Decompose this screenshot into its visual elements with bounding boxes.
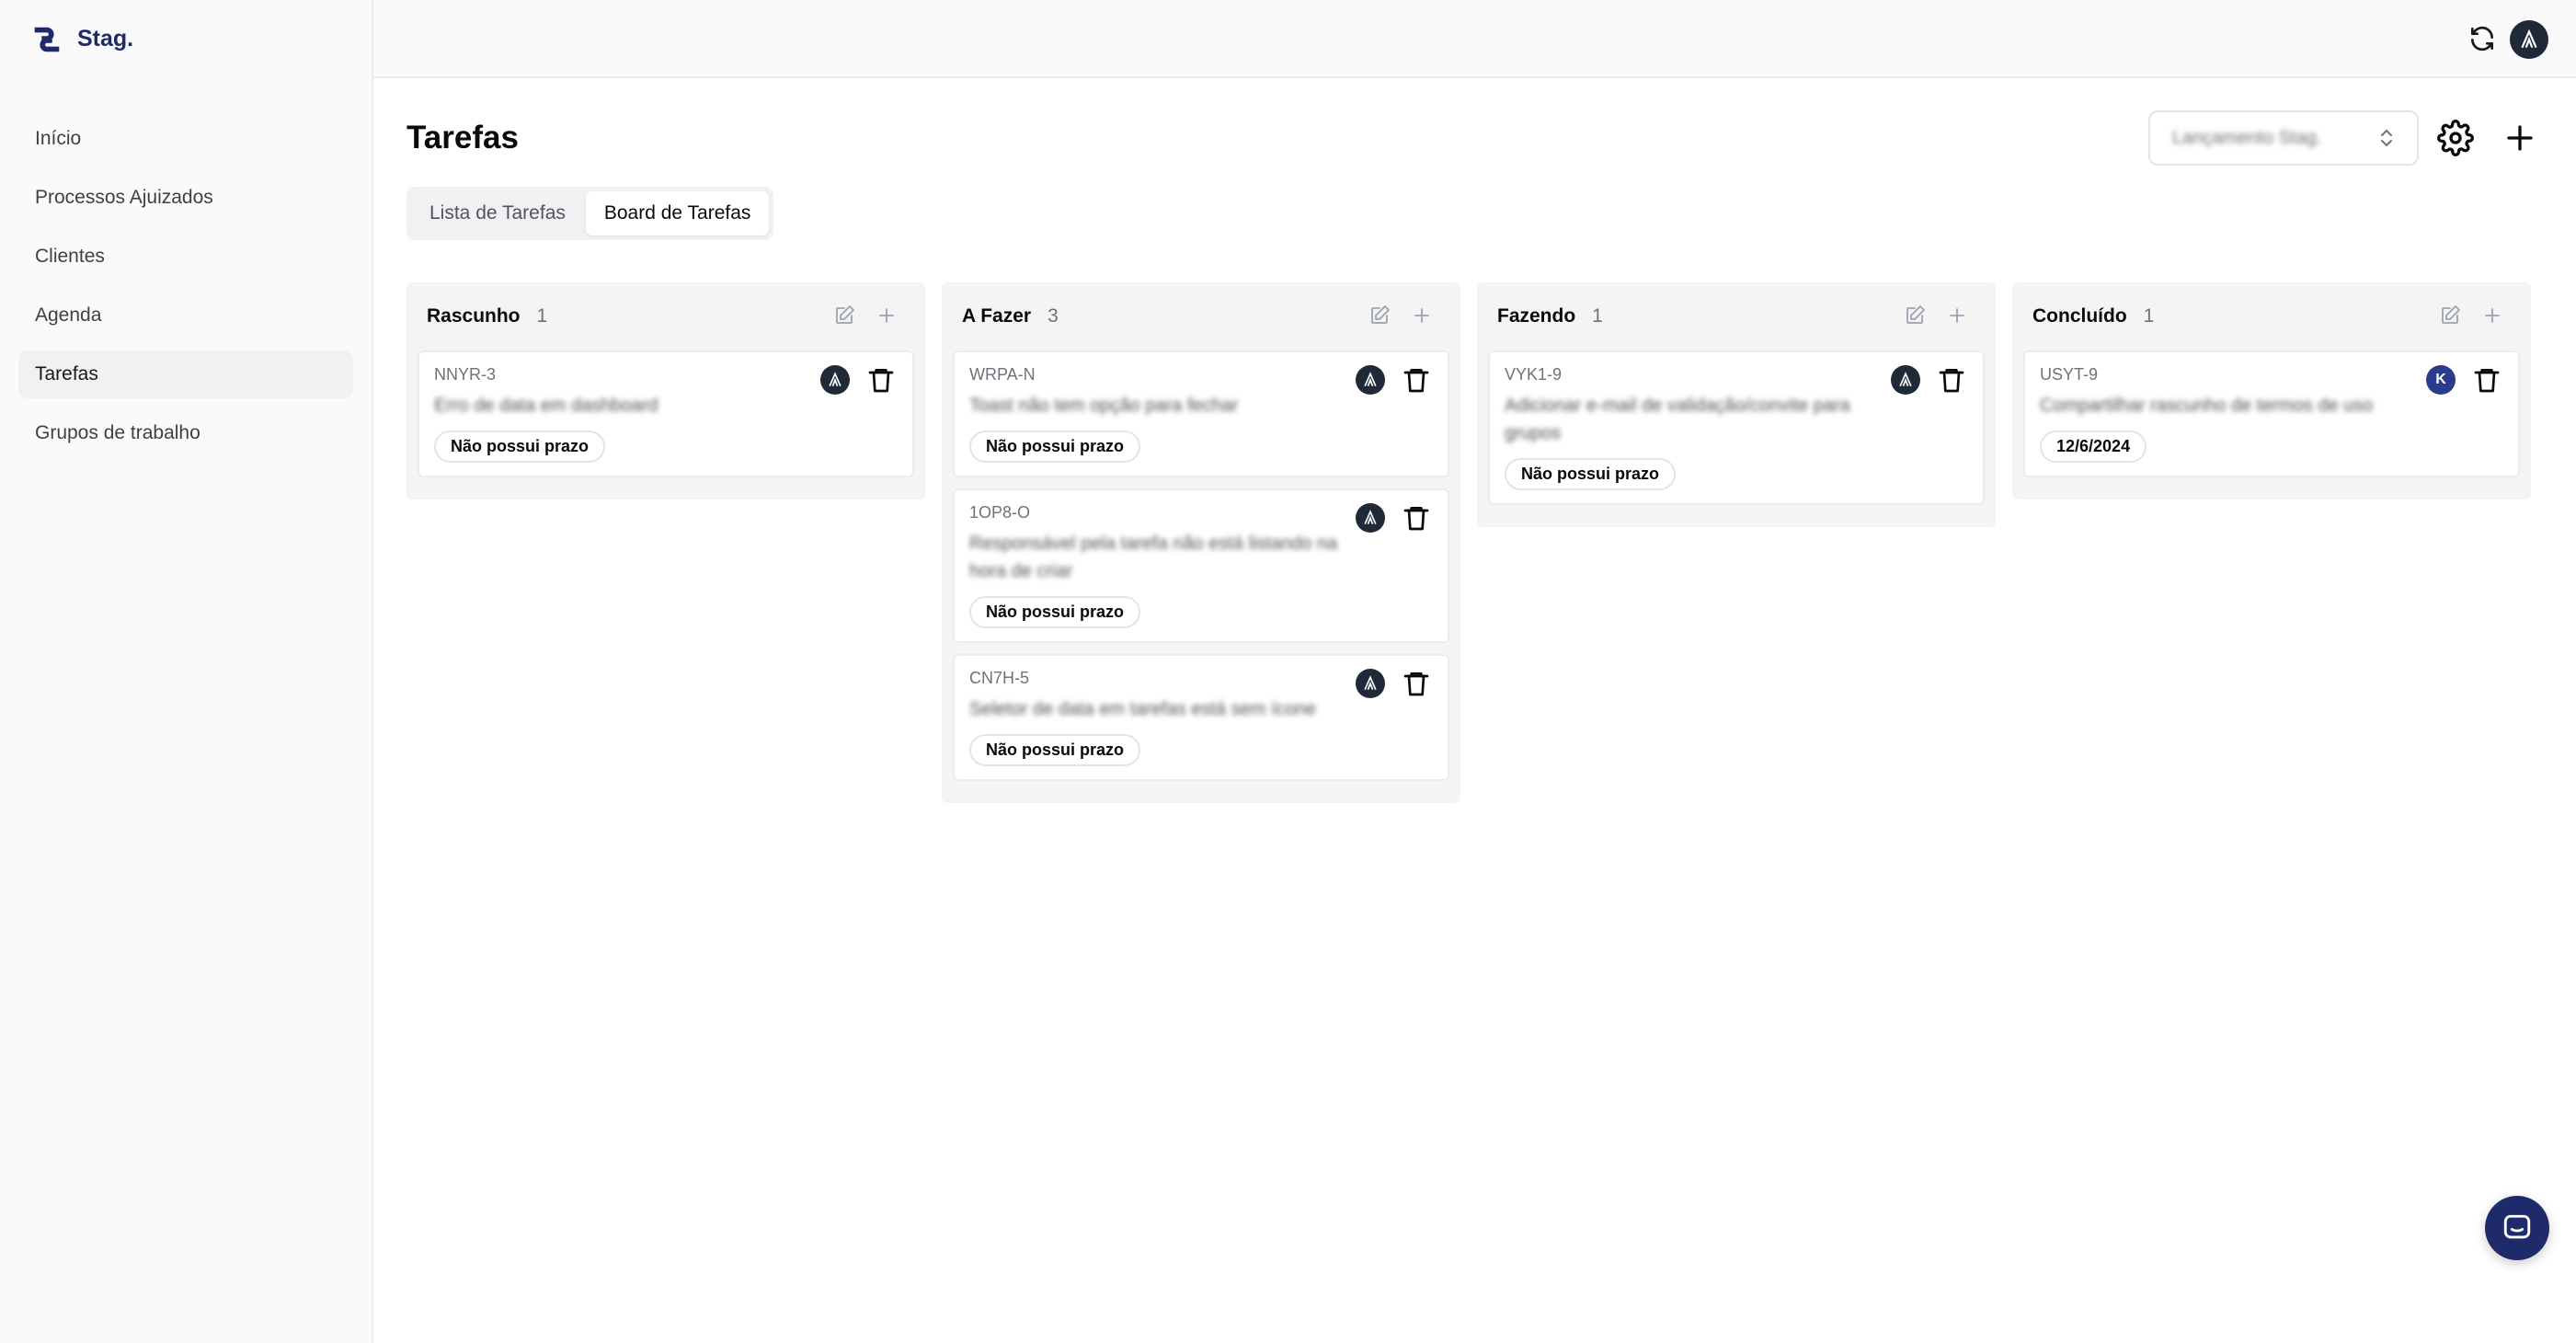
page-title: Tarefas: [406, 120, 519, 155]
due-badge: Não possui prazo: [969, 596, 1141, 628]
assignee-avatar[interactable]: K: [2426, 365, 2456, 395]
add-task-icon[interactable]: [2503, 121, 2536, 155]
sidebar-item-tarefas[interactable]: Tarefas: [18, 350, 353, 398]
due-badge: Não possui prazo: [969, 430, 1141, 463]
trash-icon[interactable]: [1402, 503, 1431, 533]
due-badge: 12/6/2024: [2040, 430, 2147, 463]
board-column-a-fazer: A Fazer 3 WRPA-N Toast não tem opção par…: [942, 282, 1460, 803]
add-card-icon[interactable]: [1411, 304, 1433, 327]
board-column-rascunho: Rascunho 1 NNYR-3 Erro de data em dashbo…: [406, 282, 925, 499]
assignee-avatar[interactable]: [820, 365, 850, 395]
brand-name: Stag.: [77, 26, 134, 52]
trash-icon[interactable]: [2472, 365, 2502, 395]
chevron-up-down-icon: [2381, 129, 2392, 147]
task-card[interactable]: WRPA-N Toast não tem opção para fechar N…: [953, 350, 1449, 477]
chat-support-button[interactable]: [2485, 1196, 2549, 1260]
assignee-avatar[interactable]: [1356, 669, 1385, 698]
add-card-icon[interactable]: [1946, 304, 1968, 327]
column-actions: [1904, 304, 1968, 327]
main-content: Tarefas Lançamento Stag. Lista de Tarefa…: [373, 78, 2576, 1343]
assignee-avatar[interactable]: [1891, 365, 1920, 395]
task-board: Rascunho 1 NNYR-3 Erro de data em dashbo…: [406, 282, 2531, 803]
add-card-icon[interactable]: [2481, 304, 2503, 327]
due-badge: Não possui prazo: [969, 734, 1141, 766]
user-avatar-icon: [2521, 29, 2537, 49]
trash-icon[interactable]: [1402, 365, 1431, 395]
assignee-avatar-icon: [1899, 372, 1912, 387]
board-column-fazendo: Fazendo 1 VYK1-9 Adicionar e-mail de val…: [1477, 282, 1996, 527]
chat-icon: [2503, 1214, 2531, 1239]
column-count: 3: [1048, 305, 1059, 327]
column-title: Fazendo: [1497, 305, 1576, 327]
edit-icon[interactable]: [1904, 304, 1926, 327]
user-avatar[interactable]: [2510, 20, 2548, 59]
assignee-avatar-icon: [829, 372, 841, 387]
assignee-avatar[interactable]: [1356, 503, 1385, 533]
column-header: A Fazer 3: [953, 282, 1449, 350]
add-card-icon[interactable]: [876, 304, 898, 327]
gear-icon[interactable]: [2437, 120, 2474, 156]
edit-icon[interactable]: [833, 304, 855, 327]
column-title: Concluído: [2032, 305, 2127, 327]
column-actions: [833, 304, 898, 327]
due-badge: Não possui prazo: [434, 430, 606, 463]
task-title: Erro de data em dashboard: [434, 396, 658, 416]
sidebar: Stag. Início Processos Ajuizados Cliente…: [0, 0, 373, 1343]
assignee-avatar[interactable]: [1356, 365, 1385, 395]
topbar: [373, 0, 2576, 78]
sidebar-nav: Início Processos Ajuizados Clientes Agen…: [0, 78, 372, 457]
sidebar-item-processos-ajuizados[interactable]: Processos Ajuizados: [18, 174, 353, 222]
task-title: Responsável pela tarefa não está listand…: [969, 534, 1338, 581]
column-header: Fazendo 1: [1488, 282, 1985, 350]
project-select[interactable]: Lançamento Stag.: [2148, 110, 2419, 166]
sidebar-item-inicio[interactable]: Início: [18, 115, 353, 163]
view-tabs: Lista de Tarefas Board de Tarefas: [406, 187, 774, 240]
assignee-avatar-icon: [1364, 510, 1377, 525]
due-badge: Não possui prazo: [1505, 458, 1677, 490]
task-title: Compartilhar rascunho de termos de uso: [2040, 396, 2374, 416]
sidebar-item-clientes[interactable]: Clientes: [18, 233, 353, 281]
tab-board-de-tarefas[interactable]: Board de Tarefas: [585, 191, 770, 235]
brand[interactable]: Stag.: [0, 0, 372, 78]
trash-icon[interactable]: [1402, 669, 1431, 698]
column-count: 1: [536, 305, 548, 327]
stag-logo-icon: [34, 27, 60, 52]
board-column-concluido: Concluído 1 USYT-9 Compartilhar rascunho…: [2012, 282, 2531, 499]
project-select-value: Lançamento Stag.: [2172, 127, 2322, 148]
column-count: 1: [1592, 305, 1603, 327]
edit-icon[interactable]: [1368, 304, 1391, 327]
task-title: Adicionar e-mail de validação/convite pa…: [1505, 396, 1850, 443]
task-card[interactable]: CN7H-5 Seletor de data em tarefas está s…: [953, 654, 1449, 781]
column-count: 1: [2143, 305, 2155, 327]
assignee-avatar-icon: [1364, 372, 1377, 387]
column-actions: [1368, 304, 1433, 327]
tab-lista-de-tarefas[interactable]: Lista de Tarefas: [411, 191, 584, 235]
sidebar-item-agenda[interactable]: Agenda: [18, 292, 353, 339]
task-title: Toast não tem opção para fechar: [969, 396, 1239, 416]
column-title: A Fazer: [962, 305, 1032, 327]
task-card[interactable]: NNYR-3 Erro de data em dashboard Não pos…: [418, 350, 914, 477]
column-actions: [2439, 304, 2503, 327]
column-header: Concluído 1: [2023, 282, 2520, 350]
column-header: Rascunho 1: [418, 282, 914, 350]
sidebar-item-grupos-de-trabalho[interactable]: Grupos de trabalho: [18, 409, 353, 457]
trash-icon[interactable]: [1937, 365, 1966, 395]
column-title: Rascunho: [427, 305, 521, 327]
trash-icon[interactable]: [866, 365, 896, 395]
refresh-icon[interactable]: [2467, 24, 2497, 53]
task-title: Seletor de data em tarefas está sem ícon…: [969, 699, 1316, 719]
assignee-avatar-icon: [1364, 675, 1377, 691]
edit-icon[interactable]: [2439, 304, 2461, 327]
task-card[interactable]: 1OP8-O Responsável pela tarefa não está …: [953, 488, 1449, 643]
task-card[interactable]: VYK1-9 Adicionar e-mail de validação/con…: [1488, 350, 1985, 505]
task-card[interactable]: USYT-9 Compartilhar rascunho de termos d…: [2023, 350, 2520, 477]
